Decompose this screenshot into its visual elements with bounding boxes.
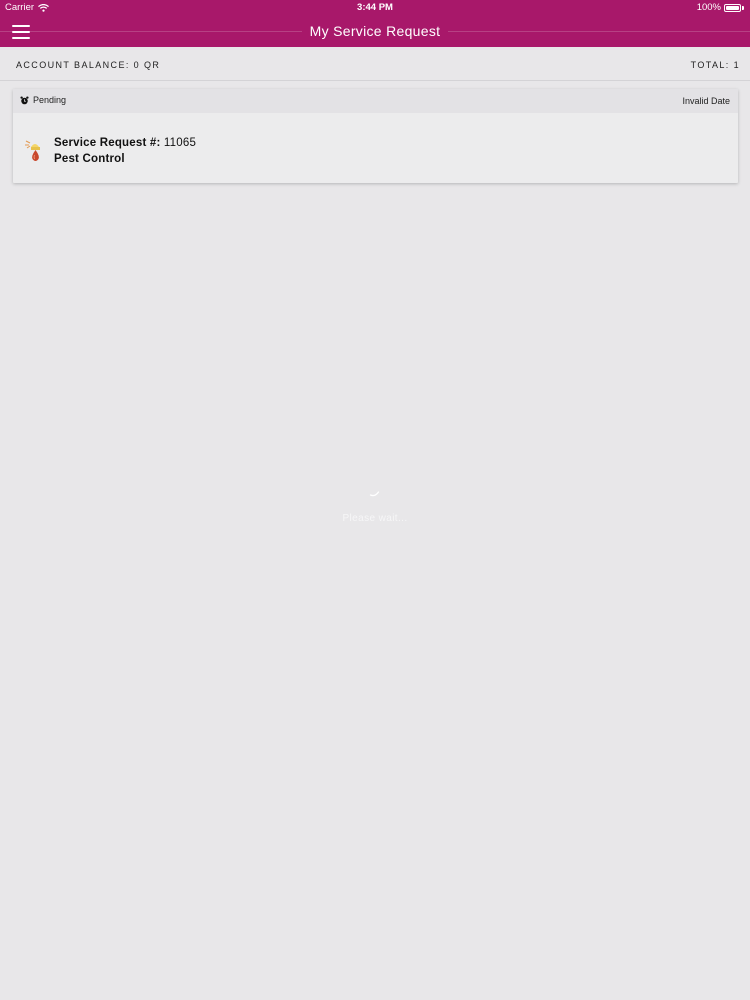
account-summary: ACCOUNT BALANCE: 0 QR TOTAL: 1 bbox=[0, 47, 750, 81]
nav-bar: My Service Request bbox=[0, 16, 750, 47]
service-request-card[interactable]: Pending Invalid Date Service Request #: … bbox=[13, 89, 738, 183]
spinner-icon bbox=[369, 491, 380, 497]
pest-control-icon bbox=[25, 140, 40, 161]
request-number-label: Service Request #: bbox=[54, 137, 161, 149]
loading-message: Please wait... bbox=[342, 513, 408, 524]
clock-time: 3:44 PM bbox=[357, 2, 393, 13]
request-number-value: 11065 bbox=[163, 137, 197, 149]
alarm-clock-icon bbox=[20, 95, 29, 104]
request-number: Service Request #: 11065 bbox=[54, 137, 196, 149]
battery-icon bbox=[724, 3, 741, 12]
card-body: Service Request #: 11065 Pest Control bbox=[13, 113, 738, 183]
loading-indicator: Please wait... bbox=[0, 485, 750, 524]
request-date: Invalid Date bbox=[682, 96, 730, 106]
page-title: My Service Request bbox=[0, 23, 750, 39]
card-header: Pending Invalid Date bbox=[13, 89, 738, 113]
battery-percent: 100% bbox=[696, 2, 721, 13]
account-balance: ACCOUNT BALANCE: 0 QR bbox=[16, 60, 161, 70]
status-bar: Carrier 3:44 PM 100% bbox=[0, 0, 750, 16]
page-title-text: My Service Request bbox=[301, 23, 449, 39]
status-badge: Pending bbox=[20, 95, 66, 105]
battery-group: 100% bbox=[697, 2, 744, 13]
total-count: TOTAL: 1 bbox=[690, 60, 740, 70]
status-label: Pending bbox=[33, 95, 67, 105]
battery-tip bbox=[742, 5, 744, 10]
service-type: Pest Control bbox=[54, 153, 125, 165]
